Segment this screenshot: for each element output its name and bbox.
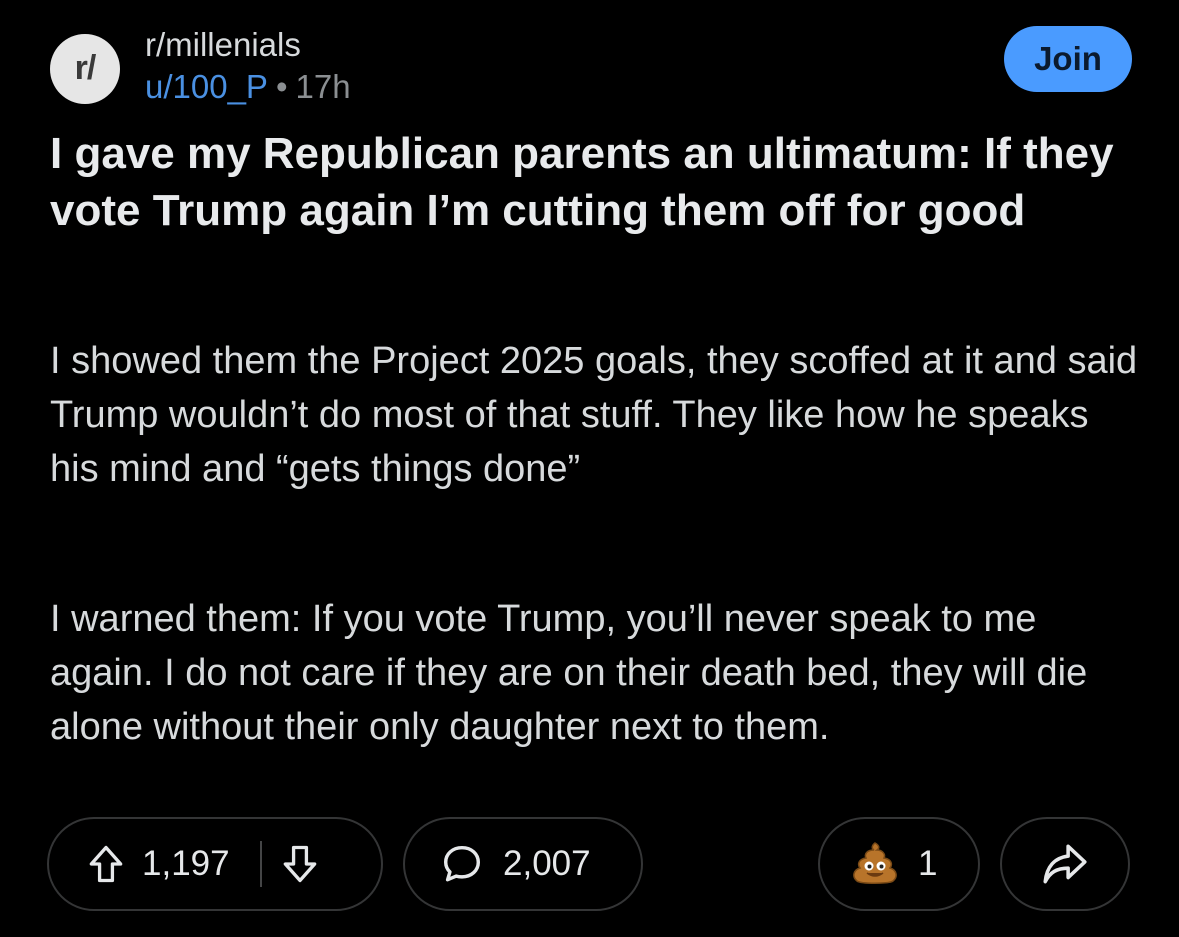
post-body-paragraph: I warned them: If you vote Trump, you’ll… bbox=[50, 598, 1088, 748]
post-body-paragraph: I showed them the Project 2025 goals, th… bbox=[50, 340, 1138, 490]
arrow-up-icon[interactable] bbox=[84, 842, 128, 886]
post-header: r/ r/millenials u/100_P • 17h Join bbox=[50, 26, 1132, 106]
vote-bar: 1,197 bbox=[47, 817, 383, 911]
share-button[interactable] bbox=[1000, 817, 1130, 911]
arrow-down-icon[interactable] bbox=[278, 842, 322, 886]
subreddit-name[interactable]: r/millenials bbox=[145, 26, 301, 64]
subreddit-avatar[interactable]: r/ bbox=[50, 34, 120, 104]
award-count: 1 bbox=[918, 844, 938, 883]
upvote-count: 1,197 bbox=[142, 844, 230, 883]
comment-bubble-icon bbox=[439, 841, 485, 887]
award-button[interactable]: 1 bbox=[818, 817, 980, 911]
meta-separator: • bbox=[275, 68, 288, 105]
subreddit-avatar-text: r/ bbox=[74, 48, 97, 87]
join-button[interactable]: Join bbox=[1004, 26, 1132, 92]
share-arrow-icon bbox=[1040, 841, 1090, 887]
poop-award-icon bbox=[850, 841, 900, 887]
comment-count: 2,007 bbox=[503, 844, 591, 883]
author-link[interactable]: u/100_P bbox=[145, 68, 268, 105]
comments-button[interactable]: 2,007 bbox=[403, 817, 643, 911]
post-age: 17h bbox=[295, 68, 351, 105]
vote-divider bbox=[259, 841, 262, 887]
post-meta: u/100_P • 17h bbox=[145, 68, 351, 106]
post-title: I gave my Republican parents an ultimatu… bbox=[50, 129, 1114, 235]
